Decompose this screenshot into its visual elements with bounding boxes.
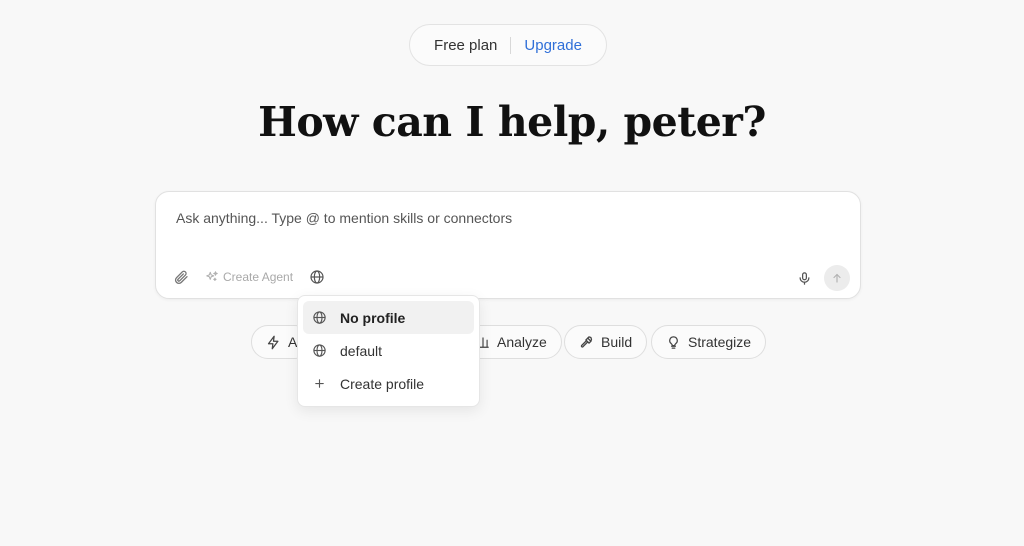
paperclip-icon[interactable] bbox=[170, 266, 192, 288]
composer-toolbar-left: Create Agent bbox=[170, 266, 328, 288]
chip-label: Strategize bbox=[688, 334, 752, 350]
plan-divider bbox=[510, 36, 512, 54]
menu-item-label: default bbox=[340, 342, 383, 359]
menu-item-default[interactable]: default bbox=[303, 334, 474, 367]
page-title: How can I help, peter? bbox=[258, 98, 766, 146]
chip-label: A bbox=[288, 334, 298, 350]
chip-build[interactable]: Build bbox=[564, 325, 648, 359]
composer: Create Agent bbox=[155, 191, 861, 299]
arrow-up-icon bbox=[831, 272, 843, 284]
chip-label: Build bbox=[601, 334, 633, 350]
create-agent-label: Create Agent bbox=[223, 270, 294, 284]
composer-toolbar-right bbox=[793, 265, 850, 291]
send-button[interactable] bbox=[824, 265, 850, 291]
globe-icon[interactable] bbox=[306, 266, 328, 288]
globe-icon bbox=[312, 343, 327, 358]
hammer-icon bbox=[579, 335, 594, 350]
profile-dropdown: No profile default Create profile bbox=[297, 295, 480, 407]
menu-item-create-profile[interactable]: Create profile bbox=[303, 367, 474, 400]
plan-label: Free plan bbox=[434, 36, 498, 54]
prompt-input[interactable] bbox=[176, 210, 816, 226]
chip-label: Analyze bbox=[497, 334, 547, 350]
upgrade-link[interactable]: Upgrade bbox=[524, 37, 582, 54]
menu-item-label: No profile bbox=[340, 309, 406, 326]
lightning-icon bbox=[266, 335, 281, 350]
lightbulb-icon bbox=[666, 335, 681, 350]
microphone-icon[interactable] bbox=[793, 267, 815, 289]
menu-item-label: Create profile bbox=[340, 375, 425, 392]
create-agent-button[interactable]: Create Agent bbox=[205, 270, 293, 284]
plus-icon bbox=[312, 376, 327, 391]
page: Free plan Upgrade How can I help, peter? bbox=[0, 0, 1024, 546]
sparkles-icon bbox=[205, 270, 219, 284]
plan-pill: Free plan Upgrade bbox=[409, 24, 607, 66]
menu-item-no-profile[interactable]: No profile bbox=[303, 301, 474, 334]
globe-icon bbox=[312, 310, 327, 325]
chip-strategize[interactable]: Strategize bbox=[651, 325, 767, 359]
